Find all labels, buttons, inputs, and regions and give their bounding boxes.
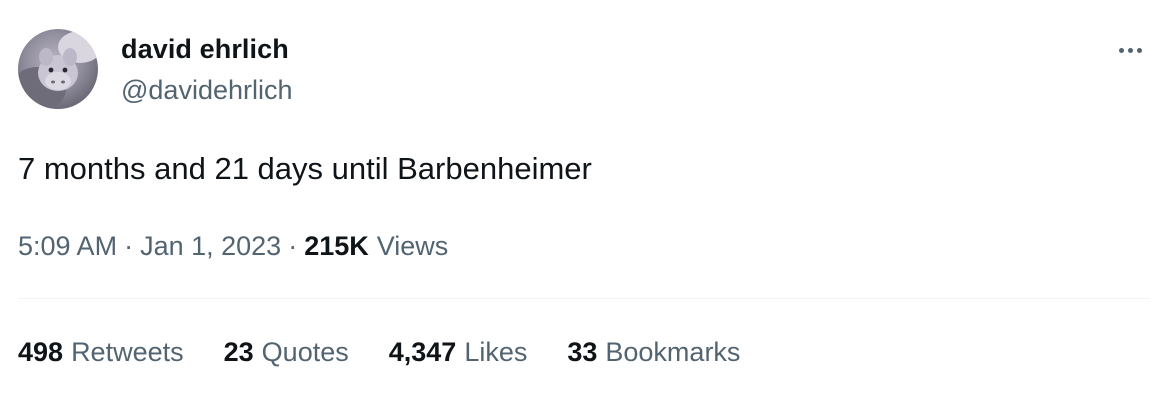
more-dot-icon	[1118, 47, 1124, 53]
divider	[18, 298, 1150, 299]
retweets-count: 498	[18, 337, 64, 367]
likes-stat[interactable]: 4,347 Likes	[389, 337, 528, 368]
likes-label: Likes	[464, 337, 528, 367]
likes-count: 4,347	[388, 337, 457, 367]
author-display-name[interactable]: david ehrlich	[121, 34, 289, 65]
meta-separator: ·	[288, 231, 298, 261]
quotes-label: Quotes	[261, 337, 349, 367]
more-dot-icon	[1136, 47, 1142, 53]
bookmarks-label: Bookmarks	[605, 337, 741, 367]
avatar[interactable]	[18, 29, 98, 109]
tweet-meta: 5:09 AM · Jan 1, 2023 · 215K Views	[18, 231, 448, 262]
author-handle[interactable]: @davidehrlich	[121, 75, 293, 106]
meta-separator: ·	[124, 231, 134, 261]
bookmarks-count: 33	[567, 337, 598, 367]
engagement-stats: 498 Retweets 23 Quotes 4,347 Likes 33 Bo…	[18, 337, 780, 368]
bookmarks-stat[interactable]: 33 Bookmarks	[567, 337, 740, 368]
avatar-image-icon	[18, 31, 98, 109]
tweet-text: 7 months and 21 days until Barbenheimer	[18, 151, 592, 186]
more-options-icon[interactable]	[1110, 38, 1150, 62]
quotes-count: 23	[223, 337, 254, 367]
views-count[interactable]: 215K	[304, 231, 369, 262]
views-label[interactable]: Views	[377, 231, 449, 262]
more-dot-icon	[1127, 47, 1133, 53]
retweets-label: Retweets	[71, 337, 184, 367]
tweet-card: david ehrlich @davidehrlich 7 months and…	[0, 0, 1174, 400]
quotes-stat[interactable]: 23 Quotes	[224, 337, 349, 368]
tweet-time[interactable]: 5:09 AM	[18, 231, 117, 262]
retweets-stat[interactable]: 498 Retweets	[18, 337, 184, 368]
tweet-date[interactable]: Jan 1, 2023	[140, 231, 281, 262]
